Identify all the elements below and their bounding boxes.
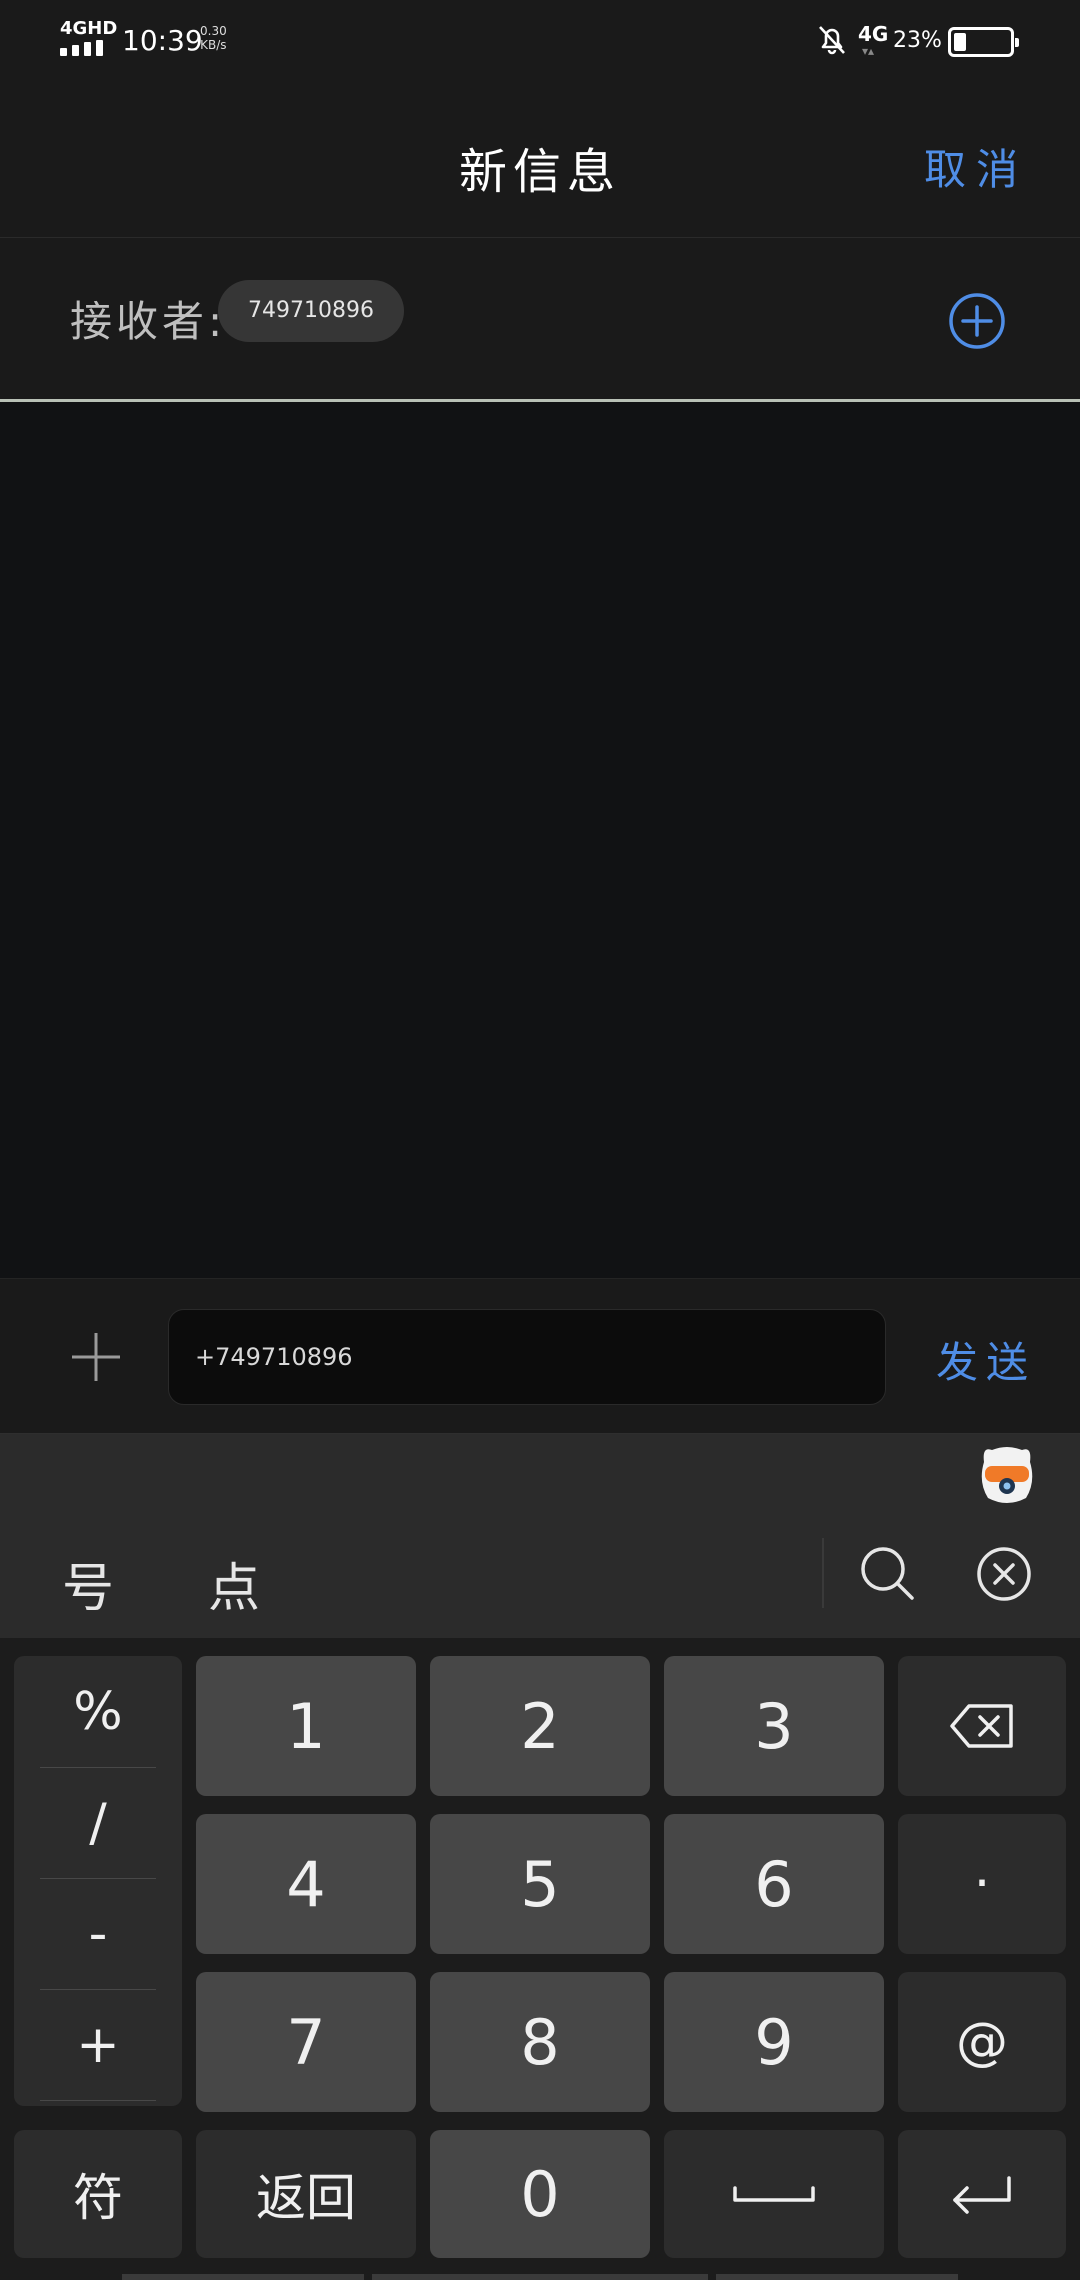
composer-bar: +749710896 发送 — [0, 1278, 1080, 1434]
attach-plus-icon[interactable] — [68, 1329, 124, 1385]
key-percent[interactable]: % — [14, 1656, 182, 1767]
cancel-button[interactable]: 取消 — [924, 136, 1028, 197]
battery-icon — [948, 27, 1019, 57]
key-7[interactable]: 7 — [196, 1972, 416, 2112]
symbol-column: % / - + — [14, 1656, 182, 2106]
key-5[interactable]: 5 — [430, 1814, 650, 1954]
key-2[interactable]: 2 — [430, 1656, 650, 1796]
message-area — [0, 402, 1080, 1278]
back-key[interactable]: 返回 — [196, 2130, 416, 2258]
candidate-word[interactable]: 号 — [62, 1546, 114, 1621]
key-0[interactable]: 0 — [430, 2130, 650, 2258]
divider — [40, 2100, 156, 2101]
bell-off-icon — [819, 26, 845, 55]
data-arrows-icon: ▾▴ — [862, 44, 875, 58]
key-8[interactable]: 8 — [430, 1972, 650, 2112]
key-slash[interactable]: / — [14, 1767, 182, 1878]
status-bar: 4GHD 10:39 0.30 KB/s 4G ▾▴ 23% — [0, 0, 1080, 80]
key-9[interactable]: 9 — [664, 1972, 884, 2112]
recipient-row: 接收者: 749710896 — [0, 238, 1080, 402]
mobile-data-label: 4G — [858, 22, 889, 46]
backspace-key[interactable] — [898, 1656, 1066, 1796]
key-at[interactable]: @ — [898, 1972, 1066, 2112]
key-4[interactable]: 4 — [196, 1814, 416, 1954]
nav-indicator — [716, 2274, 958, 2280]
signal-icon — [60, 40, 104, 56]
battery-percent: 23% — [893, 28, 942, 53]
candidate-word[interactable]: 点 — [208, 1546, 260, 1621]
keyboard-mascot-icon[interactable] — [976, 1442, 1038, 1508]
send-button[interactable]: 发送 — [936, 1329, 1036, 1390]
key-plus[interactable]: + — [14, 1989, 182, 2100]
symbols-key[interactable]: 符 — [14, 2130, 182, 2258]
recipient-chip[interactable]: 749710896 — [218, 280, 404, 342]
candidate-bar: 号 点 — [0, 1434, 1080, 1638]
enter-icon — [953, 2176, 1011, 2214]
network-speed: 0.30 KB/s — [200, 24, 227, 52]
search-icon[interactable] — [858, 1544, 916, 1602]
add-recipient-icon[interactable] — [948, 292, 1006, 350]
clock: 10:39 — [122, 24, 203, 57]
space-icon — [733, 2186, 815, 2202]
space-key[interactable] — [664, 2130, 884, 2258]
close-keyboard-icon[interactable] — [976, 1546, 1032, 1602]
key-1[interactable]: 1 — [196, 1656, 416, 1796]
key-6[interactable]: 6 — [664, 1814, 884, 1954]
recipient-label: 接收者: — [70, 297, 227, 346]
enter-key[interactable] — [898, 2130, 1066, 2258]
backspace-icon — [950, 1704, 1013, 1748]
nav-indicator — [122, 2274, 364, 2280]
candidate-divider — [822, 1538, 824, 1608]
keyboard: 号 点 % / - + 1 2 3 4 5 6 · 7 8 9 @ 符 返回 0 — [0, 1434, 1080, 2280]
app-header: 新信息 取消 — [0, 80, 1080, 238]
key-3[interactable]: 3 — [664, 1656, 884, 1796]
network-type: 4GHD — [60, 18, 118, 39]
page-title: 新信息 — [458, 144, 621, 200]
nav-indicator — [372, 2274, 708, 2280]
key-minus[interactable]: - — [14, 1878, 182, 1989]
message-input[interactable]: +749710896 — [168, 1309, 886, 1405]
key-dot[interactable]: · — [898, 1814, 1066, 1954]
